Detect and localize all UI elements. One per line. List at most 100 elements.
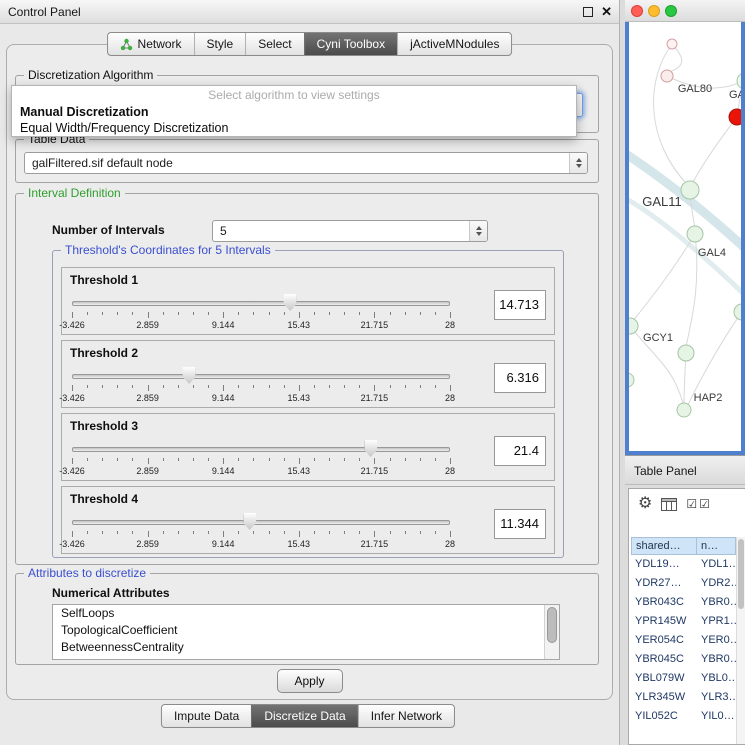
node-table: shared… n… YDL19…YDL1…YDR27…YDR2…YBR043C… bbox=[631, 537, 736, 744]
tick-mark bbox=[269, 385, 270, 388]
tick-mark bbox=[450, 458, 451, 464]
tab-select[interactable]: Select bbox=[245, 33, 303, 55]
slider-track[interactable] bbox=[72, 374, 450, 379]
network-node[interactable] bbox=[737, 73, 741, 89]
tick-mark bbox=[344, 531, 345, 534]
network-node[interactable] bbox=[629, 318, 638, 334]
network-canvas[interactable]: GAL80 GA GAL11 GAL4 GCY1 HAP2 bbox=[629, 22, 741, 451]
zoom-traffic-icon[interactable] bbox=[665, 5, 677, 17]
tick-mark bbox=[102, 385, 103, 388]
slider-track[interactable] bbox=[72, 520, 450, 525]
numerical-attributes-label: Numerical Attributes bbox=[52, 586, 170, 600]
checkbox-filter-icon[interactable]: ☑☑ bbox=[686, 498, 712, 510]
tick-mark bbox=[405, 312, 406, 315]
tick-mark bbox=[405, 458, 406, 461]
tick-label: 9.144 bbox=[212, 393, 235, 403]
slider-track[interactable] bbox=[72, 301, 450, 306]
attribute-item[interactable]: BetweennessCentrality bbox=[53, 639, 559, 656]
tick-mark bbox=[420, 531, 421, 534]
tick-mark bbox=[193, 531, 194, 534]
threshold-4-slider[interactable]: -3.4262.8599.14415.4321.71528 bbox=[72, 511, 450, 551]
threshold-3-slider[interactable]: -3.4262.8599.14415.4321.71528 bbox=[72, 438, 450, 478]
dropdown-option-equal-width-frequency[interactable]: Equal Width/Frequency Discretization bbox=[12, 120, 576, 136]
table-row[interactable]: YIL052CYIL0… bbox=[631, 707, 736, 726]
tab-discretize-data[interactable]: Discretize Data bbox=[251, 705, 357, 727]
table-row[interactable]: YER054CYER0… bbox=[631, 631, 736, 650]
dropdown-option-manual-discretization[interactable]: Manual Discretization bbox=[12, 104, 576, 120]
close-traffic-icon[interactable] bbox=[631, 5, 643, 17]
cyni-main-panel: Discretization Algorithm Select algorith… bbox=[6, 44, 613, 700]
tab-jactivemnodules[interactable]: jActiveMNodules bbox=[397, 33, 511, 55]
threshold-value-field[interactable]: 14.713 bbox=[494, 290, 546, 320]
threshold-2-slider[interactable]: -3.4262.8599.14415.4321.71528 bbox=[72, 365, 450, 405]
column-header[interactable]: shared… bbox=[631, 537, 697, 555]
network-node[interactable] bbox=[667, 39, 677, 49]
columns-icon[interactable] bbox=[661, 498, 677, 511]
slider-thumb[interactable] bbox=[183, 367, 196, 384]
close-icon[interactable]: ✕ bbox=[601, 4, 612, 20]
column-header[interactable]: n… bbox=[697, 537, 736, 555]
tick-mark bbox=[299, 312, 300, 318]
minimize-traffic-icon[interactable] bbox=[648, 5, 660, 17]
tab-cyni-toolbox[interactable]: Cyni Toolbox bbox=[304, 33, 397, 55]
apply-button[interactable]: Apply bbox=[277, 669, 343, 693]
tick-mark bbox=[238, 312, 239, 315]
tick-mark bbox=[117, 385, 118, 388]
tab-style[interactable]: Style bbox=[194, 33, 246, 55]
table-row[interactable]: YDR27…YDR2… bbox=[631, 574, 736, 593]
threshold-value-field[interactable]: 11.344 bbox=[494, 509, 546, 539]
attribute-item[interactable]: SelfLoops bbox=[53, 605, 559, 622]
network-node-selected[interactable] bbox=[729, 109, 741, 125]
tick-label: 21.715 bbox=[361, 320, 389, 330]
tab-impute-data[interactable]: Impute Data bbox=[162, 705, 251, 727]
table-row[interactable]: YPR145WYPR1… bbox=[631, 612, 736, 631]
tick-mark bbox=[72, 458, 73, 464]
table-cell: YDL19… bbox=[631, 555, 697, 574]
slider-thumb[interactable] bbox=[284, 294, 297, 311]
network-node[interactable] bbox=[734, 304, 741, 320]
tick-strip bbox=[72, 458, 450, 465]
network-node[interactable] bbox=[687, 226, 703, 242]
scrollbar-thumb[interactable] bbox=[547, 607, 557, 643]
threshold-value-field[interactable]: 21.4 bbox=[494, 436, 546, 466]
tick-label: -3.426 bbox=[59, 539, 85, 549]
tab-infer-network[interactable]: Infer Network bbox=[358, 705, 454, 727]
tick-mark bbox=[269, 531, 270, 534]
threshold-1-slider[interactable]: -3.4262.8599.14415.4321.71528 bbox=[72, 292, 450, 332]
table-scrollbar[interactable] bbox=[736, 537, 745, 744]
threshold-value-field[interactable]: 6.316 bbox=[494, 363, 546, 393]
table-row[interactable]: YBR043CYBR0… bbox=[631, 593, 736, 612]
number-of-intervals-combobox[interactable]: 5 bbox=[212, 220, 488, 242]
network-node[interactable] bbox=[678, 345, 694, 361]
scrollbar-thumb[interactable] bbox=[738, 539, 744, 609]
attributes-scrollbar[interactable] bbox=[544, 605, 559, 659]
gear-icon[interactable]: ⚙ bbox=[638, 496, 652, 512]
tick-mark bbox=[132, 385, 133, 388]
slider-track[interactable] bbox=[72, 447, 450, 452]
slider-thumb[interactable] bbox=[364, 440, 377, 457]
tick-mark bbox=[253, 458, 254, 461]
combo-spinner-icon bbox=[569, 153, 587, 173]
threshold-4-panel: Threshold 4 -3.4262.8599.14415.4321.7152… bbox=[61, 486, 555, 554]
network-node[interactable] bbox=[661, 70, 673, 82]
attribute-item[interactable]: TopologicalCoefficient bbox=[53, 622, 559, 639]
tick-labels: -3.4262.8599.14415.4321.71528 bbox=[72, 320, 450, 330]
table-data-combobox[interactable]: galFiltered.sif default node bbox=[24, 152, 588, 174]
float-window-icon[interactable] bbox=[583, 7, 593, 17]
table-row[interactable]: YLR345WYLR3… bbox=[631, 688, 736, 707]
network-node[interactable] bbox=[629, 373, 634, 387]
tab-network[interactable]: Network bbox=[108, 33, 194, 55]
network-node[interactable] bbox=[677, 403, 691, 417]
network-node[interactable] bbox=[681, 181, 699, 199]
tick-label: -3.426 bbox=[59, 393, 85, 403]
table-row[interactable]: YBR045CYBR0… bbox=[631, 650, 736, 669]
tick-mark bbox=[390, 531, 391, 534]
tick-label: 21.715 bbox=[361, 539, 389, 549]
group-title: Attributes to discretize bbox=[24, 566, 150, 580]
table-row[interactable]: YDL19…YDL1… bbox=[631, 555, 736, 574]
table-row[interactable]: YBL079WYBL0… bbox=[631, 669, 736, 688]
slider-thumb[interactable] bbox=[243, 513, 256, 530]
tick-mark bbox=[117, 312, 118, 315]
table-cell: YPR145W bbox=[631, 612, 697, 631]
node-label: GAL80 bbox=[678, 83, 712, 95]
